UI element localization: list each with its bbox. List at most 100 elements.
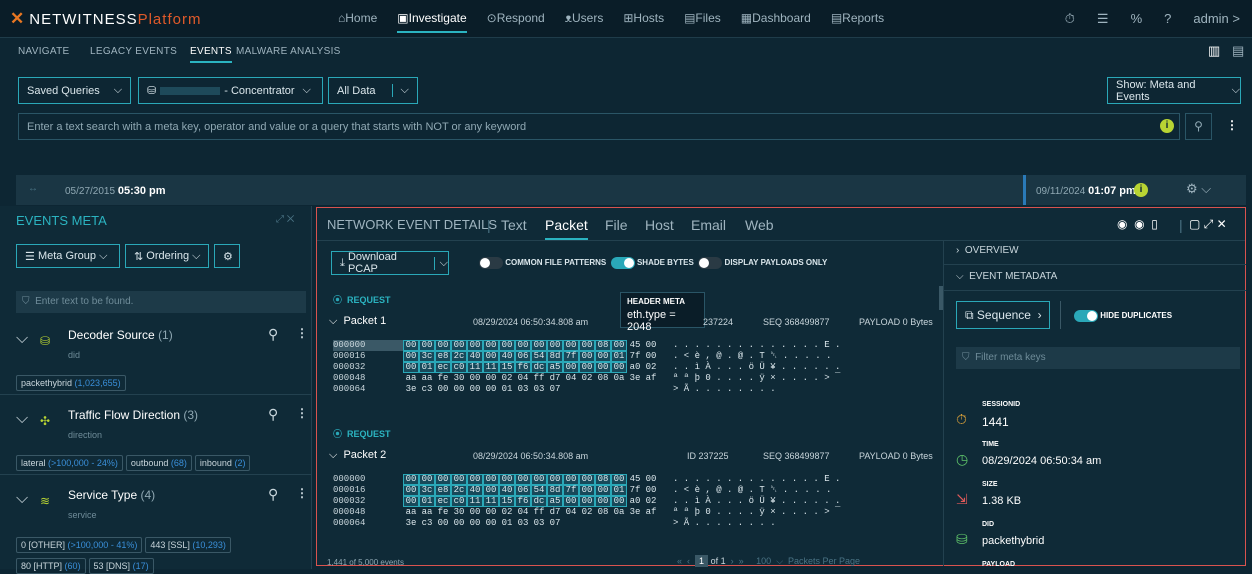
hex-byte[interactable]: 00	[483, 474, 499, 485]
hex-byte[interactable]: 06	[515, 351, 531, 362]
hex-byte[interactable]: aa	[419, 507, 435, 518]
more-icon[interactable]: ⋮	[296, 486, 308, 500]
hex-byte[interactable]: 00	[579, 362, 595, 373]
hex-view[interactable]: 000000 00 00 00 00 00 00 00 00 00 00 00 00 08 00 45 00. …	[333, 340, 840, 395]
nav-respond[interactable]: ⊙Respond	[487, 11, 545, 33]
hex-byte[interactable]: 00	[579, 340, 595, 351]
hex-byte[interactable]: 15	[499, 362, 515, 373]
hex-byte[interactable]: 00	[435, 518, 451, 529]
hex-byte[interactable]: 00	[595, 496, 611, 507]
hex-byte[interactable]: 00	[403, 340, 419, 351]
hex-view[interactable]: 000000 00 00 00 00 00 00 00 00 00 00 00 00 08 00 45 00. …	[333, 474, 840, 529]
hex-byte[interactable]: 00	[403, 496, 419, 507]
meta-value-pill[interactable]: inbound (2)	[194, 455, 251, 471]
hex-byte[interactable]: 7f	[563, 351, 579, 362]
event-metadata-toggle[interactable]: ⌵ EVENT METADATA	[956, 271, 1057, 282]
search-icon[interactable]: ⚲	[268, 406, 278, 423]
hex-byte[interactable]: 54	[531, 351, 547, 362]
ordering-dropdown[interactable]: ⇅ Ordering ⌵	[125, 244, 209, 268]
hex-byte[interactable]: aa	[403, 507, 419, 518]
hex-byte[interactable]: 00	[547, 474, 563, 485]
hex-byte[interactable]: 00	[467, 507, 483, 518]
hex-byte[interactable]: 01	[499, 518, 515, 529]
view-icons[interactable]: ◉ ◉ ▯	[1117, 217, 1158, 231]
hex-byte[interactable]: 01	[611, 485, 627, 496]
saved-queries-dropdown[interactable]: Saved Queries ⌵	[18, 77, 131, 104]
hex-byte[interactable]: ff	[531, 373, 547, 384]
hex-byte[interactable]: 00	[483, 340, 499, 351]
hide-duplicates-toggle[interactable]	[1074, 310, 1098, 322]
hex-byte[interactable]: 03	[531, 518, 547, 529]
hex-byte[interactable]: 00	[515, 474, 531, 485]
info-icon[interactable]: i	[1134, 183, 1148, 197]
hex-byte[interactable]: 00	[531, 340, 547, 351]
hex-byte[interactable]: 00	[595, 485, 611, 496]
hex-byte[interactable]: d7	[547, 373, 563, 384]
hex-byte[interactable]: 45	[627, 474, 643, 485]
meta-value-pill[interactable]: 80 [HTTP] (60)	[16, 558, 86, 574]
hex-byte[interactable]: 3c	[419, 351, 435, 362]
hex-byte[interactable]: ec	[435, 362, 451, 373]
hex-byte[interactable]: 3e	[627, 507, 643, 518]
per-page-select[interactable]: 100	[756, 556, 771, 566]
hex-byte[interactable]: a5	[547, 496, 563, 507]
hex-byte[interactable]: 00	[451, 474, 467, 485]
hex-byte[interactable]: 00	[563, 362, 579, 373]
hex-byte[interactable]: 08	[595, 373, 611, 384]
chevron-down-icon[interactable]: ⌵	[16, 490, 28, 508]
hex-byte[interactable]: 02	[579, 373, 595, 384]
prev-page-icon[interactable]: ‹	[687, 556, 690, 566]
tab-navigate[interactable]: NAVIGATE	[18, 46, 69, 57]
hex-byte[interactable]: 00	[579, 496, 595, 507]
settings-button[interactable]: ⚙	[214, 244, 240, 268]
tools-icon[interactable]: %	[1131, 11, 1143, 27]
hex-byte[interactable]: 08	[595, 340, 611, 351]
overview-toggle[interactable]: › OVERVIEW	[956, 245, 1019, 256]
hex-byte[interactable]: 00	[403, 351, 419, 362]
hex-byte[interactable]: 00	[419, 340, 435, 351]
hex-byte[interactable]: dc	[531, 362, 547, 373]
packet-name[interactable]: ⌵ Packet 2	[329, 449, 386, 462]
hex-byte[interactable]: 8d	[547, 485, 563, 496]
meta-value-pill[interactable]: 443 [SSL] (10,293)	[145, 537, 231, 553]
window-controls[interactable]: ▢ ⤢ ✕	[1189, 217, 1227, 232]
hex-byte[interactable]: 00	[403, 474, 419, 485]
hex-byte[interactable]: 11	[483, 496, 499, 507]
hex-byte[interactable]: 06	[515, 485, 531, 496]
hex-byte[interactable]: 03	[515, 384, 531, 395]
hex-byte[interactable]: 7f	[563, 485, 579, 496]
hex-byte[interactable]: 0a	[611, 507, 627, 518]
hex-byte[interactable]: 11	[467, 362, 483, 373]
meta-value-pill[interactable]: lateral (>100,000 - 24%)	[16, 455, 123, 471]
expand-icon[interactable]: ↔	[28, 183, 38, 194]
hex-byte[interactable]: aa	[419, 373, 435, 384]
search-icon[interactable]: ⚲	[1185, 113, 1212, 140]
hex-byte[interactable]: 00	[611, 340, 627, 351]
hex-byte[interactable]: 00	[451, 340, 467, 351]
hex-byte[interactable]: 00	[467, 384, 483, 395]
tab-malware-analysis[interactable]: MALWARE ANALYSIS	[236, 46, 341, 57]
hex-byte[interactable]: 00	[467, 373, 483, 384]
hex-byte[interactable]: e8	[435, 485, 451, 496]
hex-byte[interactable]: 01	[611, 351, 627, 362]
hex-byte[interactable]: 00	[419, 474, 435, 485]
chevron-down-icon[interactable]: ⌵	[16, 330, 28, 348]
hex-byte[interactable]: 54	[531, 485, 547, 496]
nav-users[interactable]: ᴥUsers	[565, 11, 604, 33]
nav-investigate[interactable]: ▣Investigate	[397, 11, 467, 33]
hex-byte[interactable]: fe	[435, 507, 451, 518]
hex-byte[interactable]: 02	[579, 507, 595, 518]
hex-byte[interactable]: 01	[499, 384, 515, 395]
hex-byte[interactable]: 00	[483, 507, 499, 518]
hex-byte[interactable]: 40	[467, 351, 483, 362]
expand-close-icons[interactable]: ⤢ ✕	[276, 214, 294, 225]
hex-byte[interactable]: 04	[563, 507, 579, 518]
hex-byte[interactable]: 00	[483, 384, 499, 395]
hex-byte[interactable]: af	[643, 507, 659, 518]
meta-value-pill[interactable]: 53 [DNS] (17)	[88, 558, 154, 574]
packet-name[interactable]: ⌵ Packet 1	[329, 315, 386, 328]
hex-byte[interactable]: 2c	[451, 485, 467, 496]
common-file-patterns-toggle[interactable]	[479, 257, 503, 269]
nav-home[interactable]: ⌂Home	[338, 11, 377, 33]
hex-byte[interactable]: 00	[467, 340, 483, 351]
